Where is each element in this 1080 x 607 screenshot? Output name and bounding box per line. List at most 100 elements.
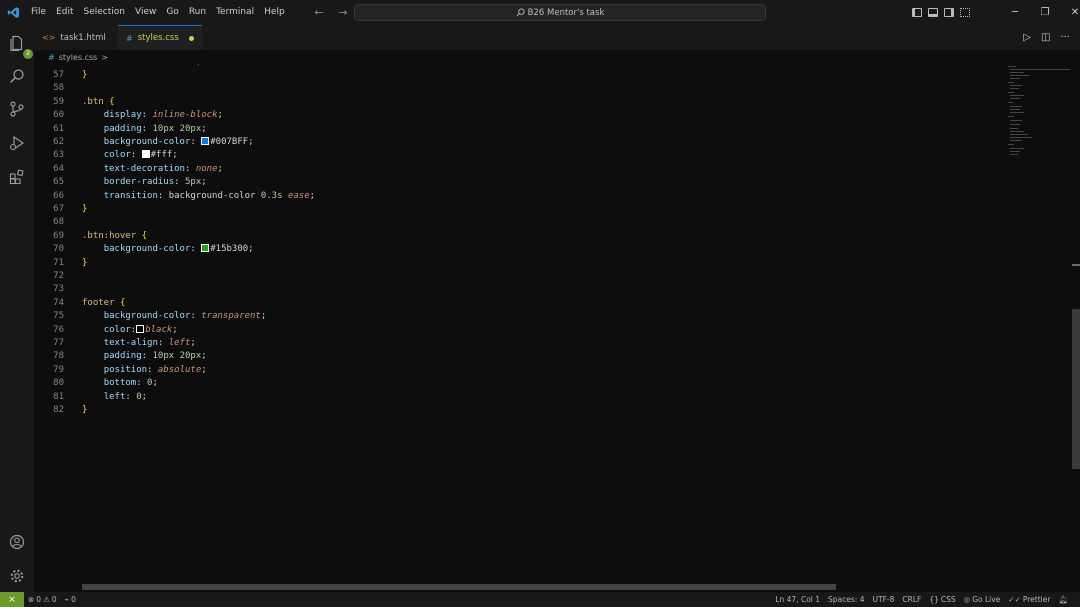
indentation[interactable]: Spaces: 4 [824, 595, 868, 604]
toggle-panel-icon[interactable] [928, 8, 938, 17]
menu-run[interactable]: Run [184, 0, 211, 25]
line-number: 80 [53, 378, 64, 389]
code-line[interactable]: } [82, 404, 87, 417]
code-line[interactable]: border-radius: 5px; [82, 176, 207, 189]
menu-help[interactable]: Help [259, 0, 290, 25]
split-editor-icon[interactable]: ◫ [1041, 32, 1050, 43]
error-icon: ⊗ [28, 595, 35, 604]
close-icon[interactable]: ✕ [1060, 7, 1080, 18]
line-number: 61 [53, 123, 64, 134]
minimize-icon[interactable]: ─ [1000, 7, 1030, 18]
code-token: color [103, 150, 131, 161]
code-line[interactable]: padding: 10px 20px; [82, 350, 207, 363]
code-token: 20 [179, 123, 191, 134]
toggle-secondary-sidebar-icon[interactable] [944, 8, 954, 17]
more-actions-icon[interactable]: ··· [1060, 32, 1070, 43]
remote-indicator-icon[interactable]: ⨯ [0, 592, 24, 607]
title-bar: File Edit Selection View Go Run Terminal… [0, 0, 1080, 25]
code-line[interactable]: text-decoration: none; [82, 163, 223, 176]
code-line[interactable]: transition: background-color 0.3s ease; [82, 190, 315, 203]
code-line[interactable]: padding: 10px 20px; [82, 123, 207, 136]
run-debug-icon[interactable] [7, 133, 27, 153]
code-line[interactable]: color: #fff; [82, 149, 178, 162]
code-token: { [141, 230, 148, 241]
language-mode[interactable]: {} CSS [925, 595, 959, 604]
color-swatch-icon[interactable] [201, 137, 210, 145]
color-swatch-icon[interactable] [136, 324, 145, 333]
warning-count: 0 [51, 595, 57, 604]
notifications-bell-icon[interactable]: 🔔︎ [1054, 595, 1072, 604]
code-token: black [145, 324, 173, 335]
code-line[interactable]: footer { [82, 297, 125, 310]
code-line[interactable]: } [82, 69, 87, 82]
menu-view[interactable]: View [130, 0, 161, 25]
run-file-icon[interactable]: ▷ [1023, 32, 1031, 43]
extensions-icon[interactable] [7, 167, 27, 187]
tab-styles-css[interactable]: # styles.css [118, 25, 202, 50]
menu-file[interactable]: File [26, 0, 51, 25]
toggle-primary-sidebar-icon[interactable] [912, 8, 922, 17]
tab-task1-html[interactable]: <> task1.html [34, 25, 118, 50]
code-line[interactable]: .btn { [82, 96, 115, 109]
code-token: border-radius [103, 177, 175, 188]
color-swatch-icon[interactable] [141, 150, 150, 159]
account-icon[interactable] [7, 532, 27, 552]
code-token: #007BFF; [210, 137, 254, 147]
forward-arrow-icon[interactable]: → [336, 6, 350, 19]
go-live-button[interactable]: ◎ Go Live [960, 595, 1005, 604]
code-line[interactable]: background-color: #15b300; [82, 243, 254, 256]
code-token: px [190, 123, 202, 134]
code-token: 10 [152, 123, 164, 134]
code-line[interactable]: bottom: 0; [82, 377, 158, 390]
settings-gear-icon[interactable] [7, 566, 27, 586]
code-token: position [103, 364, 148, 375]
menu-edit[interactable]: Edit [51, 0, 78, 25]
double-check-icon: ✓✓ [1008, 595, 1021, 604]
code-line[interactable]: } [82, 203, 87, 216]
back-arrow-icon[interactable]: ← [312, 6, 326, 19]
line-number: 57 [53, 70, 64, 80]
line-endings[interactable]: CRLF [898, 595, 925, 604]
code-token: display [103, 110, 142, 121]
code-line[interactable]: position: absolute; [82, 364, 207, 377]
menu-go[interactable]: Go [161, 0, 183, 25]
code-line[interactable]: } [82, 257, 87, 270]
vertical-scroll-thumb[interactable] [1072, 309, 1080, 469]
encoding[interactable]: UTF-8 [869, 595, 899, 604]
code-line[interactable]: color: black; [82, 324, 178, 337]
code-token: : [141, 123, 153, 134]
vscode-logo-icon[interactable] [0, 0, 26, 25]
explorer-icon[interactable]: 2 [7, 33, 33, 59]
prettier-button[interactable]: ✓✓ Prettier [1004, 595, 1054, 604]
code-line[interactable]: display: inline-block; [82, 109, 223, 122]
search-sidebar-icon[interactable] [7, 66, 27, 86]
code-line[interactable]: background-color: #007BFF; [82, 136, 254, 149]
line-number: 70 [53, 244, 64, 255]
customize-layout-icon[interactable] [960, 8, 970, 17]
activity-bar: 2 [0, 25, 34, 592]
code-editor[interactable]: ······ ·········; 57}5859.btn {60 displa… [34, 64, 1006, 584]
restore-icon[interactable]: ❐ [1030, 7, 1060, 18]
minimap[interactable] [1006, 64, 1072, 164]
unsaved-dot-icon[interactable] [189, 35, 194, 41]
command-center-search[interactable]: B26 Mentor's task [354, 4, 766, 21]
line-number: 73 [53, 284, 64, 295]
breadcrumb-file[interactable]: styles.css [59, 53, 98, 62]
code-line[interactable]: .btn:hover { [82, 230, 147, 243]
cursor-position[interactable]: Ln 47, Col 1 [771, 595, 824, 604]
code-line[interactable]: left: 0; [82, 391, 147, 404]
source-control-icon[interactable] [7, 99, 27, 119]
menu-selection[interactable]: Selection [79, 0, 130, 25]
ports-indicator[interactable]: ⌁ 0 [61, 595, 80, 604]
color-swatch-icon[interactable] [201, 244, 210, 253]
code-line[interactable]: background-color: transparent; [82, 310, 267, 323]
menu-terminal[interactable]: Terminal [211, 0, 259, 25]
vertical-scrollbar[interactable] [1072, 64, 1080, 584]
problems-indicator[interactable]: ⊗ 0 ⚠ 0 [24, 595, 61, 604]
code-line[interactable]: text-align: left; [82, 337, 196, 350]
code-token: ; [309, 190, 316, 201]
horizontal-scroll-thumb[interactable] [82, 584, 836, 590]
